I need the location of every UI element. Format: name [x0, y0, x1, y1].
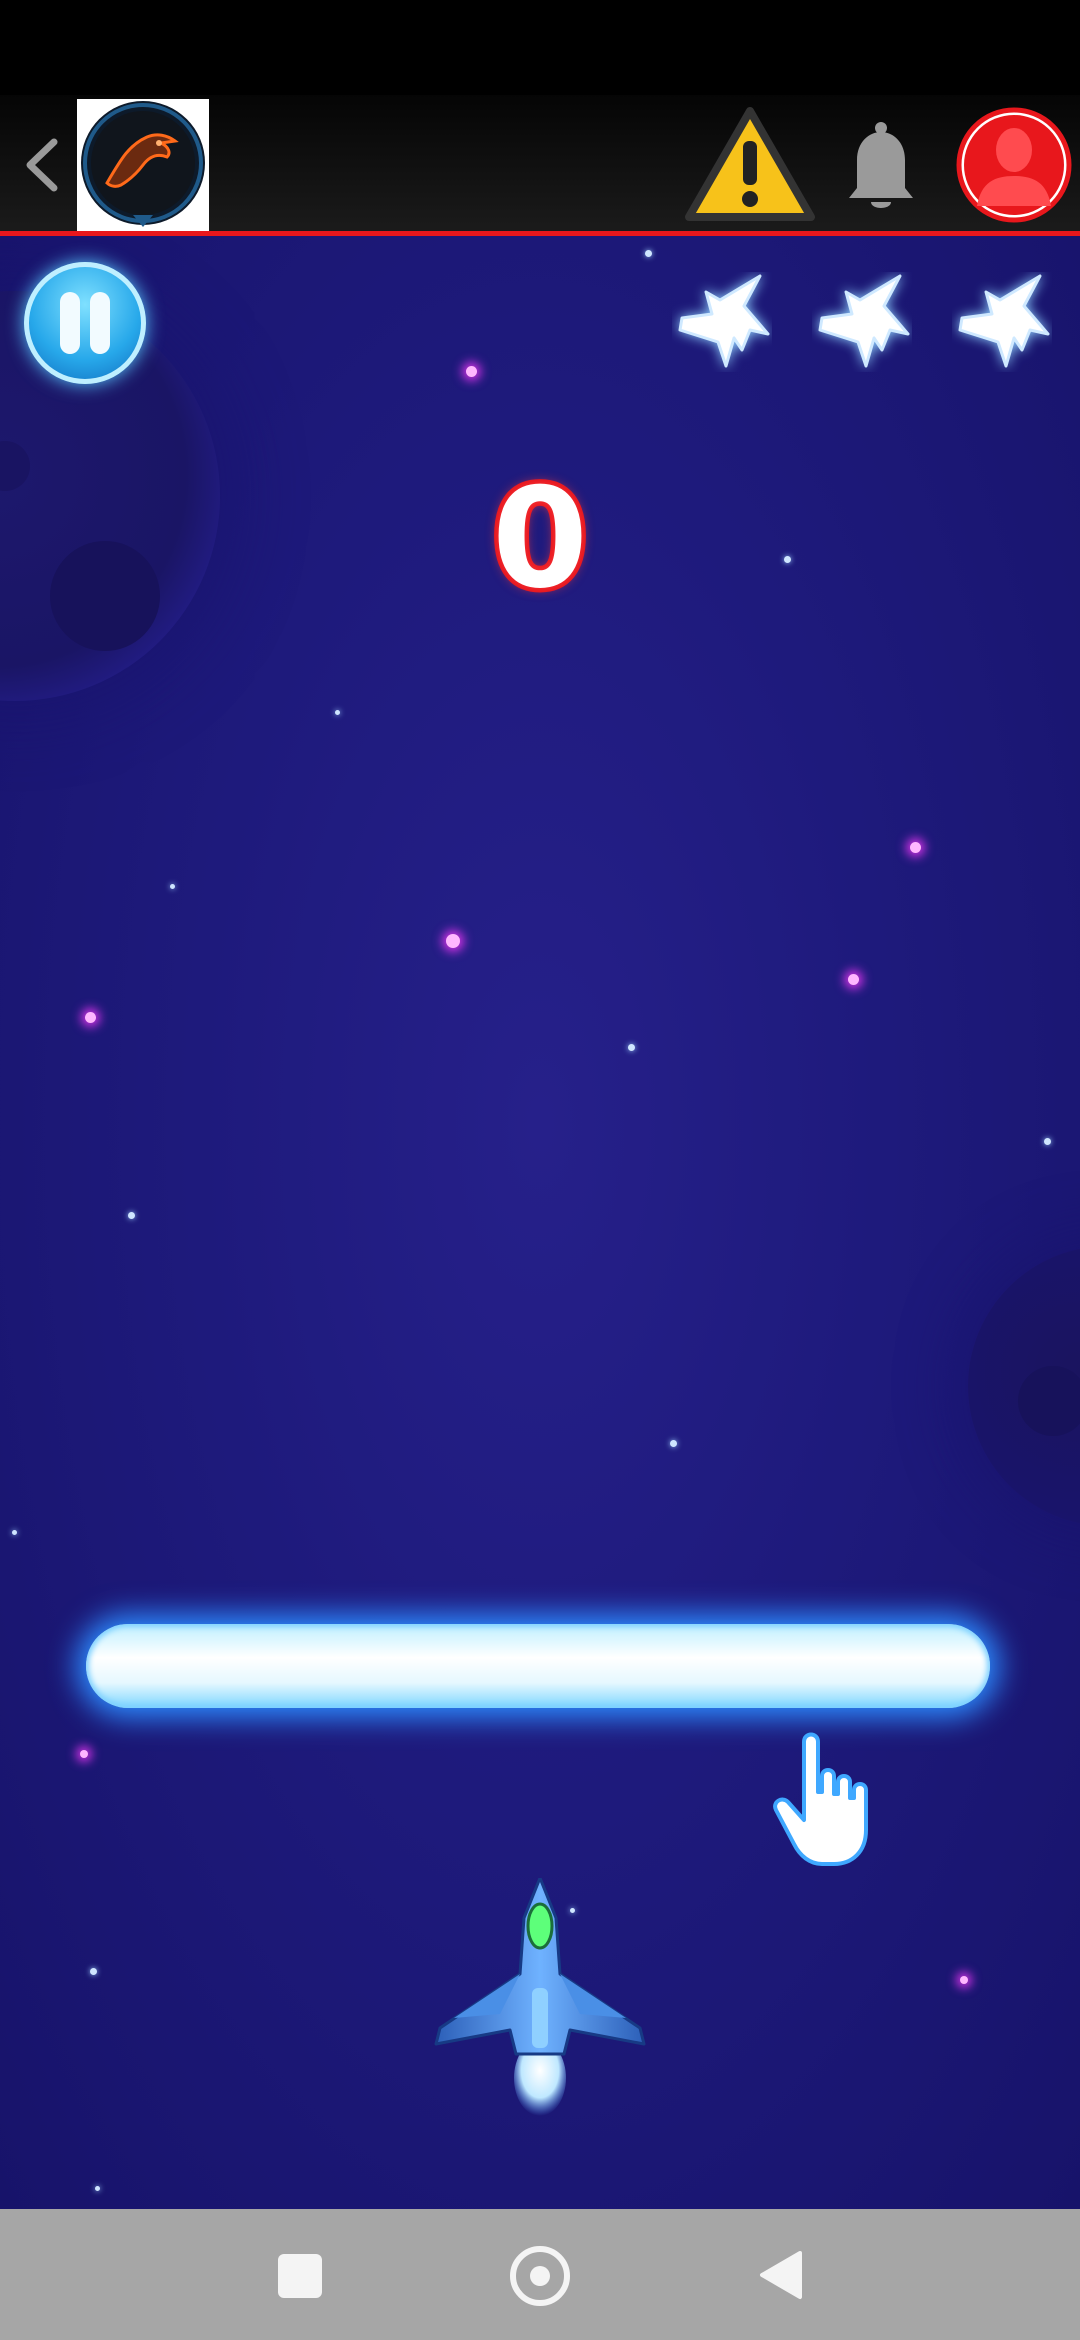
- crater: [1018, 1366, 1080, 1436]
- star: [784, 556, 791, 563]
- spaceship-icon[interactable]: [430, 1876, 650, 2118]
- star: [1044, 1138, 1051, 1145]
- circle-icon[interactable]: [510, 2246, 570, 2306]
- jet-silhouette-icon: [952, 272, 1052, 372]
- status-bar: [0, 0, 1080, 95]
- star: [670, 1440, 677, 1447]
- star: [848, 974, 859, 985]
- eagle-emblem-icon: [81, 101, 205, 227]
- star: [960, 1976, 968, 1984]
- user-avatar-icon: [956, 107, 1072, 223]
- game-area[interactable]: 0: [0, 236, 1080, 2209]
- star: [645, 250, 652, 257]
- star: [335, 710, 340, 715]
- chevron-left-icon: [26, 138, 58, 192]
- score: 0: [487, 458, 592, 619]
- star: [12, 1530, 17, 1535]
- bell-icon: [849, 122, 913, 208]
- star: [95, 2186, 100, 2191]
- notifications-button[interactable]: [841, 118, 921, 214]
- pause-bar: [60, 292, 80, 354]
- star: [466, 366, 477, 377]
- pause-bar: [90, 292, 110, 354]
- crater: [50, 541, 160, 651]
- star: [80, 1750, 88, 1758]
- star: [128, 1212, 135, 1219]
- triangle-back-icon[interactable]: [756, 2249, 806, 2301]
- profile-button[interactable]: [955, 106, 1073, 224]
- star: [628, 1044, 635, 1051]
- warning-button[interactable]: [683, 103, 817, 227]
- navigation-bar: [0, 2209, 1080, 2340]
- back-button[interactable]: [14, 130, 70, 200]
- jet-silhouette-icon: [672, 272, 772, 372]
- star: [910, 842, 921, 853]
- star: [446, 934, 460, 948]
- planet-right: [968, 1246, 1080, 1526]
- star: [85, 1012, 96, 1023]
- jet-silhouette-icon: [812, 272, 912, 372]
- star: [170, 884, 175, 889]
- star: [90, 1968, 97, 1975]
- hand-pointer-icon: [770, 1730, 880, 1870]
- drag-slider[interactable]: [86, 1624, 990, 1708]
- crater: [0, 441, 30, 491]
- pause-button[interactable]: [24, 262, 146, 384]
- warning-triangle-icon: [685, 107, 815, 221]
- square-icon[interactable]: [278, 2254, 322, 2298]
- app-logo[interactable]: [77, 99, 209, 231]
- home-dot: [530, 2266, 550, 2286]
